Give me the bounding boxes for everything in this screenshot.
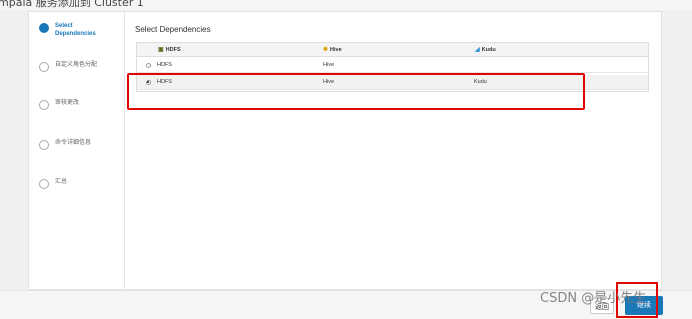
- step-label: 审核更改: [55, 99, 80, 106]
- step-dot-icon: [39, 23, 49, 33]
- wizard-content: Select Dependencies ▣ HDFS ✹ Hive ◢ Kudu: [126, 12, 661, 289]
- cell-hdfs: HDFS: [157, 62, 172, 68]
- top-bar: mpala 服务添加到 Cluster 1: [0, 0, 692, 10]
- table-row[interactable]: HDFS Hive: [137, 58, 648, 73]
- wizard-step-role-assignment[interactable]: 自定义角色分配: [39, 61, 97, 72]
- row-radio[interactable]: [144, 75, 152, 89]
- column-header-kudu: ◢ Kudu: [475, 43, 496, 56]
- step-dot-icon: [39, 62, 49, 72]
- column-header-label: HDFS: [165, 46, 181, 53]
- row-radio[interactable]: [144, 58, 152, 72]
- wizard-step-review-changes[interactable]: 审核更改: [39, 99, 79, 110]
- content-title: Select Dependencies: [135, 25, 211, 34]
- step-label: 命令详细信息: [55, 139, 92, 146]
- wizard-step-command-details[interactable]: 命令详细信息: [39, 139, 91, 150]
- kudu-icon: ◢: [475, 46, 480, 53]
- radio-icon: [145, 62, 151, 68]
- cell-kudu: Kudu: [474, 79, 487, 85]
- cell-hdfs: HDFS: [157, 79, 172, 85]
- step-dot-icon: [39, 140, 49, 150]
- column-header-label: Hive: [330, 46, 342, 53]
- table-header: ▣ HDFS ✹ Hive ◢ Kudu: [137, 43, 648, 57]
- step-label: Select Dependencies: [55, 23, 96, 37]
- cell-hive: Hive: [323, 62, 335, 68]
- hive-icon: ✹: [323, 46, 329, 53]
- wizard-step-select-dependencies[interactable]: Select Dependencies: [39, 22, 105, 38]
- column-header-hdfs: ▣ HDFS: [158, 43, 181, 56]
- step-dot-icon: [39, 100, 49, 110]
- add-service-wizard: Select Dependencies 自定义角色分配 审核更改 命令详细信息 …: [28, 11, 662, 290]
- watermark: CSDN @是小先生: [540, 291, 647, 306]
- hdfs-icon: ▣: [158, 46, 164, 53]
- dependencies-table: ▣ HDFS ✹ Hive ◢ Kudu HDFS Hive HDFS Hive…: [136, 42, 649, 92]
- wizard-steps: Select Dependencies 自定义角色分配 审核更改 命令详细信息 …: [29, 12, 125, 289]
- column-header-label: Kudu: [481, 46, 496, 53]
- cell-hive: Hive: [323, 79, 335, 85]
- step-label: 汇总: [55, 178, 68, 185]
- step-label: 自定义角色分配: [55, 61, 98, 68]
- wizard-step-summary[interactable]: 汇总: [39, 178, 67, 189]
- step-dot-icon: [39, 179, 49, 189]
- radio-checked-icon: [145, 79, 151, 85]
- table-row-selected[interactable]: HDFS Hive Kudu: [137, 75, 648, 90]
- column-header-hive: ✹ Hive: [323, 43, 342, 56]
- page-heading: mpala 服务添加到 Cluster 1: [0, 0, 144, 9]
